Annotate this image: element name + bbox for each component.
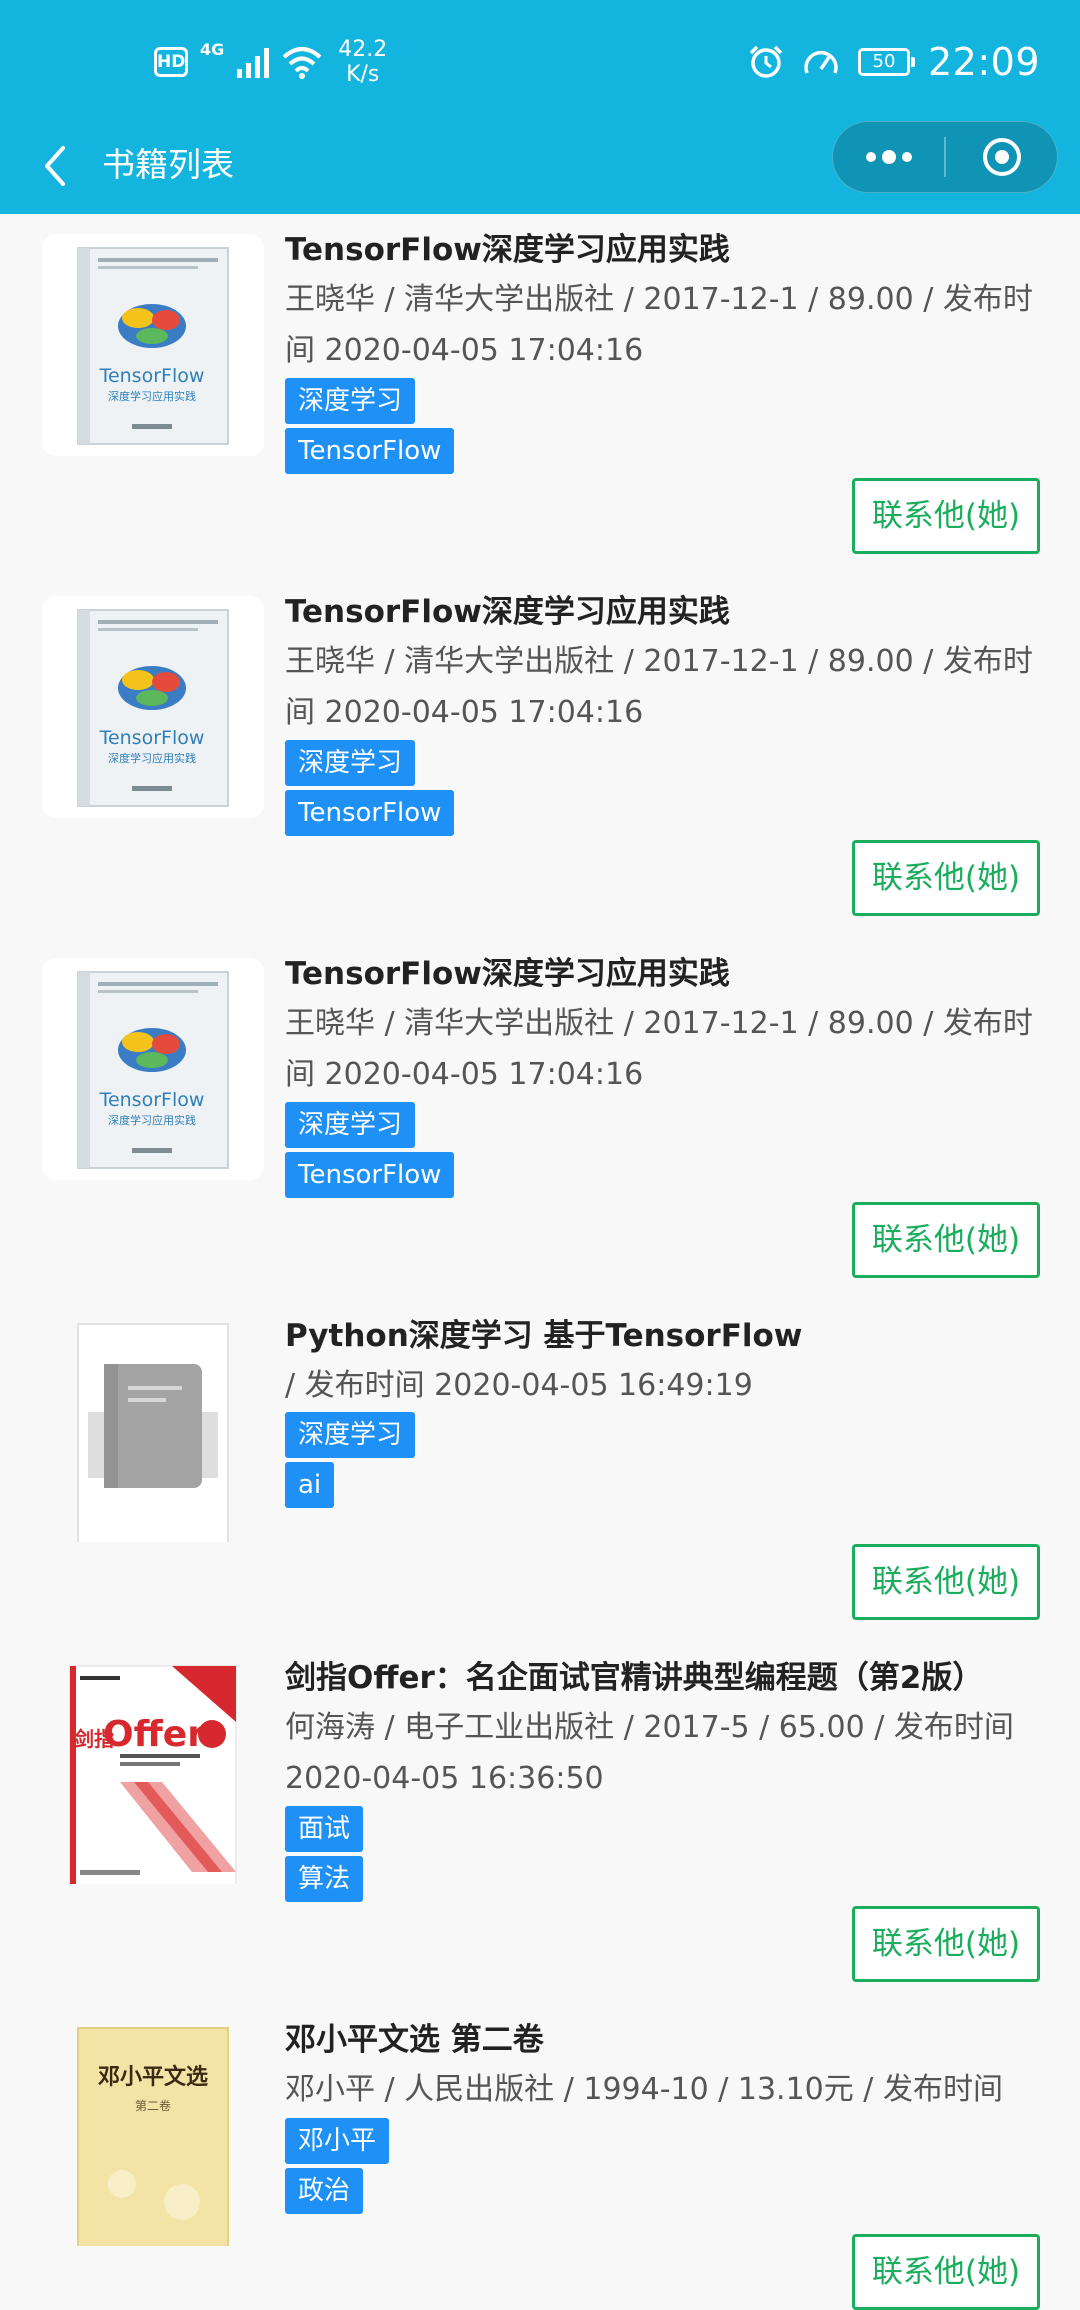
book-tag[interactable]: TensorFlow [285,790,455,836]
status-bar-right: 50 22:09 [748,36,1040,88]
book-title: TensorFlow深度学习应用实践 [285,956,730,992]
book-tag[interactable]: 深度学习 [285,740,416,786]
svg-text:Offer: Offer [103,1714,205,1755]
book-tag[interactable]: 面试 [285,1806,364,1852]
book-title: 剑指Offer：名企面试官精讲典型编程题（第2版） [285,1660,984,1696]
book-tag[interactable]: ai [285,1462,335,1508]
offer-book-cover-image: 剑指 Offer [69,1665,237,1884]
battery-icon: 50 [857,48,915,76]
book-tags: 面试 算法 [285,1806,364,1902]
book-cover [42,1320,264,1542]
book-tags: 邓小平 政治 [285,2118,390,2214]
contact-seller-button[interactable]: 联系他(她) [852,478,1040,554]
network-speed-unit: K/s [346,62,380,87]
svg-text:深度学习应用实践: 深度学习应用实践 [108,1113,196,1127]
book-tag[interactable]: 深度学习 [285,1412,416,1458]
tensorflow-book-cover-image: TensorFlow 深度学习应用实践 [77,609,229,807]
book-item[interactable]: TensorFlow 深度学习应用实践 TensorFlow深度学习应用实践 王… [0,576,1080,938]
status-bar-left: HD 4G 42.2 K/s [154,36,387,88]
close-mini-program-button[interactable] [946,122,1057,192]
more-button[interactable] [833,122,944,192]
page-title: 书籍列表 [102,145,234,184]
tensorflow-book-cover-image: TensorFlow 深度学习应用实践 [77,247,229,445]
more-dots-icon [865,150,912,164]
svg-text:邓小平文选: 邓小平文选 [98,2064,208,2090]
contact-seller-button[interactable]: 联系他(她) [852,840,1040,916]
contact-seller-button[interactable]: 联系他(她) [852,1544,1040,1620]
wifi-icon [282,47,322,79]
book-list: TensorFlow 深度学习应用实践 TensorFlow深度学习应用实践 王… [0,214,1080,2310]
book-meta: 邓小平 / 人民出版社 / 1994-10 / 13.10元 / 发布时间 [285,2072,1003,2107]
book-tag[interactable]: 深度学习 [285,1102,416,1148]
book-meta: 何海涛 / 电子工业出版社 / 2017-5 / 65.00 / 发布时间 20… [285,1710,1014,1796]
book-title: TensorFlow深度学习应用实践 [285,232,730,268]
network-speed: 42.2 K/s [338,37,387,87]
book-cover: TensorFlow 深度学习应用实践 [42,958,264,1180]
book-placeholder-icon [77,1323,229,1542]
book-title: TensorFlow深度学习应用实践 [285,594,730,630]
book-item[interactable]: TensorFlow 深度学习应用实践 TensorFlow深度学习应用实践 王… [0,938,1080,1300]
book-item[interactable]: Python深度学习 基于TensorFlow / 发布时间 2020-04-0… [0,1300,1080,1662]
nav-bar: 书籍列表 [0,120,1080,214]
svg-text:第二卷: 第二卷 [135,2098,171,2113]
book-cover: 邓小平文选 第二卷 [42,2024,264,2246]
signal-icon [237,48,270,78]
svg-text:深度学习应用实践: 深度学习应用实践 [108,389,196,403]
status-bar: HD 4G 42.2 K/s 50 22:09 [0,0,1080,120]
book-tags: 深度学习 ai [285,1412,416,1508]
svg-text:TensorFlow: TensorFlow [99,1089,205,1111]
book-meta: 王晓华 / 清华大学出版社 / 2017-12-1 / 89.00 / 发布时间… [285,644,1033,730]
book-item[interactable]: 邓小平文选 第二卷 邓小平文选 第二卷 邓小平 / 人民出版社 / 1994-1… [0,2004,1080,2310]
book-tag[interactable]: 邓小平 [285,2118,390,2164]
network-type: 4G [200,40,225,59]
svg-text:TensorFlow: TensorFlow [99,727,205,749]
book-tags: 深度学习 TensorFlow [285,740,455,836]
book-cover: 剑指 Offer [42,1662,264,1884]
chevron-left-icon [45,146,65,186]
deng-xiaoping-book-cover-image: 邓小平文选 第二卷 [77,2027,229,2246]
contact-seller-button[interactable]: 联系他(她) [852,2234,1040,2310]
back-button[interactable] [30,138,80,194]
contact-seller-button[interactable]: 联系他(她) [852,1906,1040,1982]
gauge-icon [804,50,838,74]
book-tag[interactable]: TensorFlow [285,428,455,474]
contact-seller-button[interactable]: 联系他(她) [852,1202,1040,1278]
book-item[interactable]: TensorFlow 深度学习应用实践 TensorFlow深度学习应用实践 王… [0,214,1080,576]
status-clock: 22:09 [927,40,1040,84]
book-cover: TensorFlow 深度学习应用实践 [42,234,264,456]
book-tags: 深度学习 TensorFlow [285,378,455,474]
mini-program-capsule [832,121,1058,193]
svg-text:TensorFlow: TensorFlow [99,365,205,387]
book-tag[interactable]: TensorFlow [285,1152,455,1198]
target-close-icon [982,138,1021,176]
book-tag[interactable]: 深度学习 [285,378,416,424]
header: HD 4G 42.2 K/s 50 22:09 书籍列表 [0,0,1080,214]
book-title: Python深度学习 基于TensorFlow [285,1318,803,1354]
book-cover: TensorFlow 深度学习应用实践 [42,596,264,818]
hd-badge: HD [154,47,188,77]
book-tag[interactable]: 政治 [285,2168,364,2214]
svg-text:深度学习应用实践: 深度学习应用实践 [108,751,196,765]
book-title: 邓小平文选 第二卷 [285,2022,544,2058]
book-meta: 王晓华 / 清华大学出版社 / 2017-12-1 / 89.00 / 发布时间… [285,282,1033,368]
book-item[interactable]: 剑指 Offer 剑指Offer：名企面试官精讲典型编程题（第2版） 何海涛 /… [0,1642,1080,2004]
book-tags: 深度学习 TensorFlow [285,1102,455,1198]
tensorflow-book-cover-image: TensorFlow 深度学习应用实践 [77,971,229,1169]
book-meta: / 发布时间 2020-04-05 16:49:19 [285,1368,753,1403]
book-tag[interactable]: 算法 [285,1856,364,1902]
book-meta: 王晓华 / 清华大学出版社 / 2017-12-1 / 89.00 / 发布时间… [285,1006,1033,1092]
network-speed-value: 42.2 [338,37,388,62]
alarm-icon [749,45,783,78]
